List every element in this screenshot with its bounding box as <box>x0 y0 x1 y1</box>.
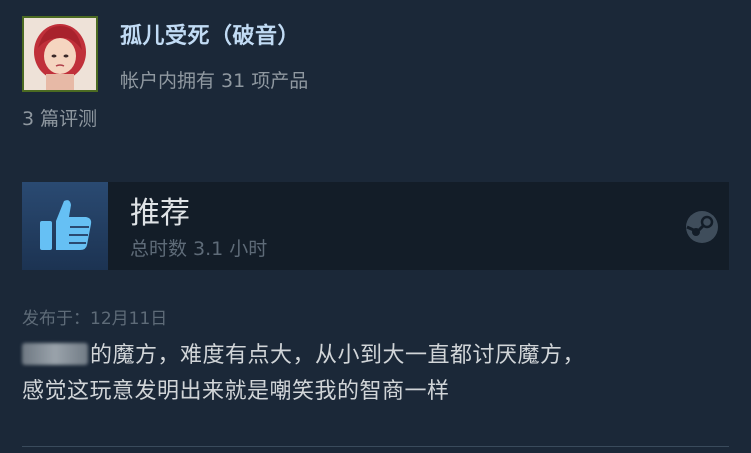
steam-logo-icon <box>686 211 718 243</box>
review-count-link[interactable]: 3 篇评测 <box>22 104 97 131</box>
username-link[interactable]: 孤儿受死（破音） <box>120 18 300 50</box>
owned-products-link[interactable]: 帐户内拥有 31 项产品 <box>120 66 308 93</box>
user-avatar[interactable] <box>22 16 98 92</box>
posted-date: 发布于：12月11日 <box>22 309 168 329</box>
redacted-text <box>22 343 88 365</box>
divider <box>22 446 729 447</box>
review-line-1: 的魔方，难度有点大，从小到大一直都讨厌魔方， <box>90 343 586 368</box>
vote-label: 推荐 <box>130 196 190 231</box>
review-line-2: 感觉这玩意发明出来就是嘲笑我的智商一样 <box>22 379 450 404</box>
playtime-hours: 总时数 3.1 小时 <box>130 238 268 260</box>
review-body: 的魔方，难度有点大，从小到大一直都讨厌魔方， 感觉这玩意发明出来就是嘲笑我的智商… <box>22 338 727 410</box>
thumbs-up-icon <box>22 182 108 270</box>
vote-header[interactable]: 推荐 总时数 3.1 小时 <box>22 182 729 270</box>
